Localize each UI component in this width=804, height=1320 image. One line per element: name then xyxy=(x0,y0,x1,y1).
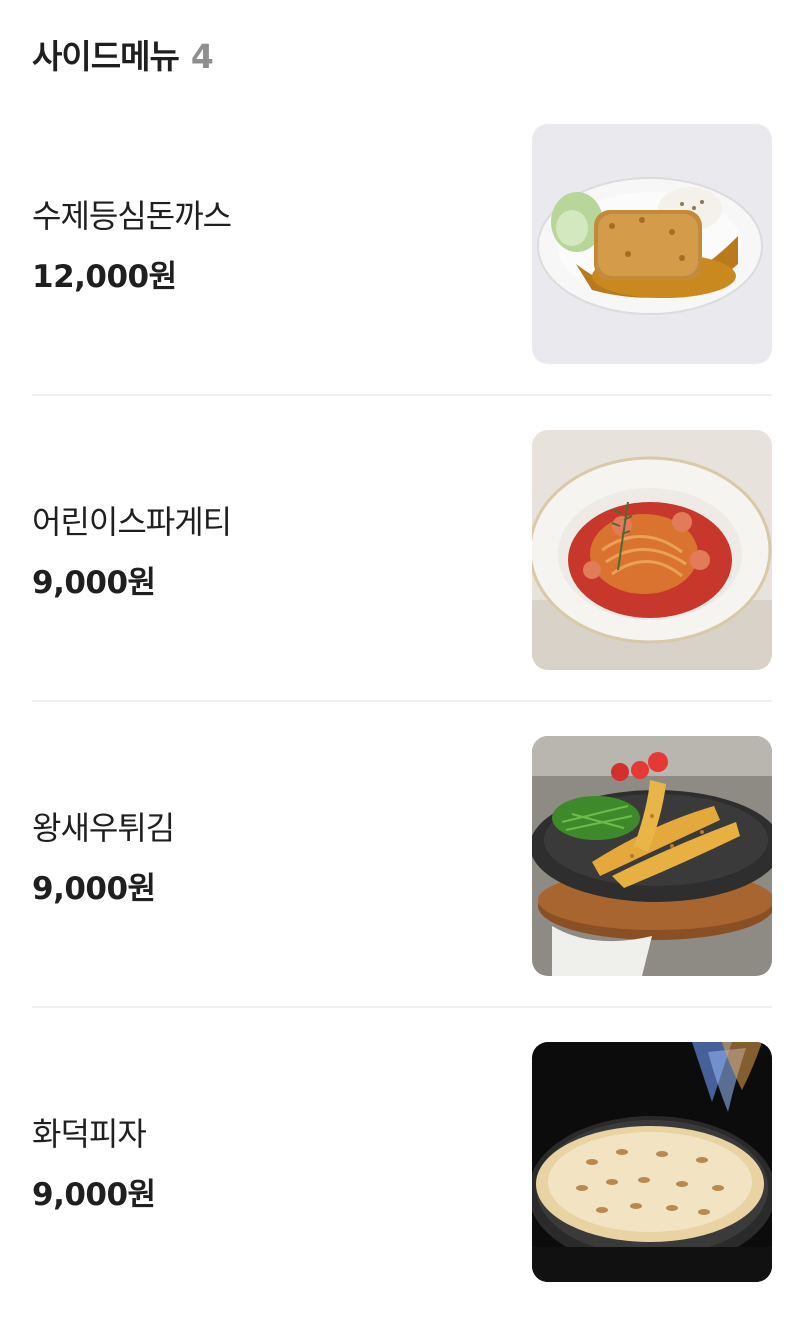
menu-item-name: 수제등심돈까스 xyxy=(32,196,232,235)
menu-item-price: 12,000원 xyxy=(32,258,177,295)
section-count: 4 xyxy=(190,37,214,76)
pizza-photo[interactable] xyxy=(532,1042,772,1282)
spaghetti-photo[interactable] xyxy=(532,430,772,670)
menu-list: 수제등심돈까스 12,000원 어린이스파게티 9,000원 왕새우튀김 9,0… xyxy=(0,90,804,1314)
section-header: 사이드메뉴 4 xyxy=(32,30,214,76)
menu-item-price: 9,000원 xyxy=(32,564,156,601)
menu-item[interactable]: 어린이스파게티 9,000원 xyxy=(32,396,772,702)
menu-item[interactable]: 왕새우튀김 9,000원 xyxy=(32,702,772,1008)
menu-item-text: 화덕피자 9,000원 xyxy=(32,1008,156,1314)
menu-item[interactable]: 화덕피자 9,000원 xyxy=(32,1008,772,1314)
pork-cutlet-photo[interactable] xyxy=(532,124,772,364)
menu-item-name: 왕새우튀김 xyxy=(32,808,175,847)
section-title: 사이드메뉴 xyxy=(32,37,180,76)
menu-item-price: 9,000원 xyxy=(32,1176,156,1213)
menu-item-name: 화덕피자 xyxy=(32,1114,147,1153)
menu-item-price: 9,000원 xyxy=(32,870,156,907)
menu-item-name: 어린이스파게티 xyxy=(32,502,232,541)
fried-shrimp-photo[interactable] xyxy=(532,736,772,976)
menu-item-text: 왕새우튀김 9,000원 xyxy=(32,702,175,1008)
menu-item-text: 수제등심돈까스 12,000원 xyxy=(32,90,232,396)
menu-item-text: 어린이스파게티 9,000원 xyxy=(32,396,232,702)
menu-item[interactable]: 수제등심돈까스 12,000원 xyxy=(32,90,772,396)
